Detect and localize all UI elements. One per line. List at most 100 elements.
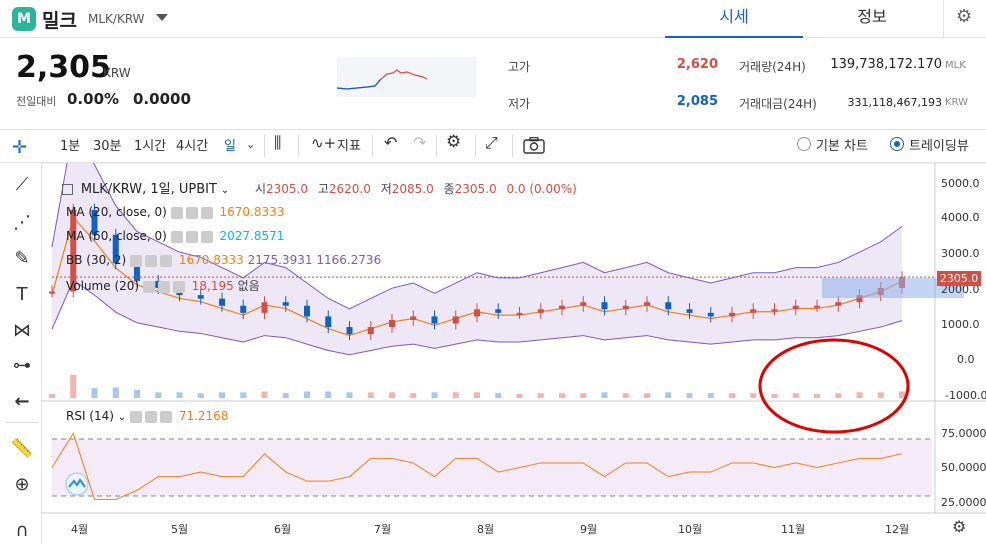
coin-name[interactable]: 밀크 [42,6,77,33]
change-rate: 0.00% [67,90,120,108]
open-value: 2305.0 [265,182,308,196]
time-axis-label: 9월 [580,523,598,536]
volume-buttons[interactable] [142,279,188,293]
candle [792,305,799,310]
chevron-down-icon[interactable] [156,14,168,21]
coin-pair[interactable]: MLK/KRW [88,12,145,26]
interval-1m[interactable]: 1분 [60,135,80,154]
pattern-icon[interactable]: ⋈ [9,318,35,344]
close-label: 종 [443,182,455,196]
candle [559,305,565,310]
rsi-buttons[interactable] [130,409,175,423]
bb-buttons[interactable] [130,253,175,267]
settings-icon[interactable]: ⚙ [446,132,461,152]
volume-bar [835,393,842,398]
high-value: 2620.0 [328,182,371,196]
divider [475,135,476,157]
open-label: 시 [254,182,266,196]
volume-bar [346,392,353,398]
volume-bar [495,393,502,398]
volume-bar [219,392,225,398]
time-axis-label: 5월 [171,523,189,536]
volume-bar [665,392,672,398]
magnet-icon[interactable]: ∩ [9,518,35,544]
chevron-down-icon[interactable]: ⌄ [118,412,126,423]
basic-chart-label[interactable]: 기본 차트 [816,135,868,154]
chevron-down-icon[interactable]: ⌄ [221,185,229,196]
price-axis-label: 5000.0 [941,177,980,190]
ma2-label[interactable]: MA (60, close, 0) [66,229,167,243]
low-label: 저 [380,182,392,196]
tab-quotes[interactable]: 시세 [665,0,803,38]
redo-icon[interactable]: ↷ [413,133,426,152]
price-chart[interactable] [42,163,986,544]
volume-ind-label[interactable]: Volume (20) [66,279,139,293]
measure-icon[interactable]: ⊶ [9,353,35,379]
gear-icon[interactable]: ⚙ [952,517,966,536]
current-price: 2,305 [16,50,111,85]
time-axis-label: 10월 [678,523,703,536]
fib-icon[interactable]: ⋰ [9,210,35,236]
candle [665,302,672,310]
volume-ind-extra: 없음 [237,279,260,293]
candle [495,309,502,313]
volume-ind-value: 18,195 [191,279,234,293]
bb-label[interactable]: BB (30, 2) [66,253,126,267]
interval-30m[interactable]: 30분 [93,135,122,154]
volume-bar [367,392,374,398]
collapse-icon[interactable] [62,184,73,195]
ma1-buttons[interactable] [170,205,216,219]
ruler-icon[interactable]: 📏 [9,436,35,462]
close-value: 2305.0 [454,182,497,196]
price-axis-label: 3000.0 [941,247,980,260]
candle [686,309,693,313]
volume-bar [389,392,395,398]
time-axis-label: 7월 [374,523,392,536]
back-arrow-icon[interactable]: ← [9,389,35,415]
candle [537,309,544,313]
volume-bar [452,392,459,398]
undo-icon[interactable]: ↶ [384,133,397,152]
camera-icon[interactable] [523,137,545,154]
symbol-legend: MLK/KRW, 1일, UPBIT ⌄ 시2305.0 고2620.0 저20… [62,178,577,197]
gear-icon[interactable]: ⚙ [956,6,972,27]
rsi-label[interactable]: RSI (14) [66,409,114,423]
candle [580,302,587,306]
candle [410,316,417,320]
volume-bar [707,393,714,398]
text-icon[interactable]: T [9,282,35,308]
change-label: 전일대비 [16,95,57,108]
ma2-buttons[interactable] [170,229,216,243]
tradingview-logo[interactable] [62,472,92,496]
candle [367,327,374,335]
candle [431,316,438,324]
trend-line-icon[interactable]: ⟋ [9,172,35,198]
interval-1d[interactable]: 일 [224,135,236,154]
basic-chart-radio[interactable] [797,137,811,151]
brush-icon[interactable]: ✎ [9,246,35,272]
tab-info[interactable]: 정보 [803,0,941,38]
indicator-icon[interactable]: ∿+ [311,134,336,152]
candle [729,312,735,317]
indicator-button[interactable]: 지표 [337,135,361,154]
ma1-label[interactable]: MA (20, close, 0) [66,205,167,219]
annotation-ellipse [758,338,910,434]
tradingview-label[interactable]: 트레이딩뷰 [909,135,969,154]
volume-bar [601,392,608,398]
fullscreen-icon[interactable]: ⤢ [485,133,498,153]
zoom-in-icon[interactable]: ⊕ [9,472,35,498]
interval-4h[interactable]: 4시간 [176,135,208,154]
candle-type-icon[interactable]: ⫼ [274,133,281,153]
interval-1h[interactable]: 1시간 [134,135,166,154]
candle [240,305,247,313]
candle [814,305,820,308]
tradingview-radio[interactable] [890,137,904,151]
low-value: 2,085 [676,94,718,109]
volume-bar [814,394,820,398]
current-price-tag: 2305.0 [937,271,981,286]
crosshair-icon[interactable]: ✛ [12,137,27,158]
chevron-down-icon[interactable]: ⌄ [246,138,255,151]
volume-bar [516,394,523,398]
volume-bar [325,391,332,398]
candle [835,302,842,306]
